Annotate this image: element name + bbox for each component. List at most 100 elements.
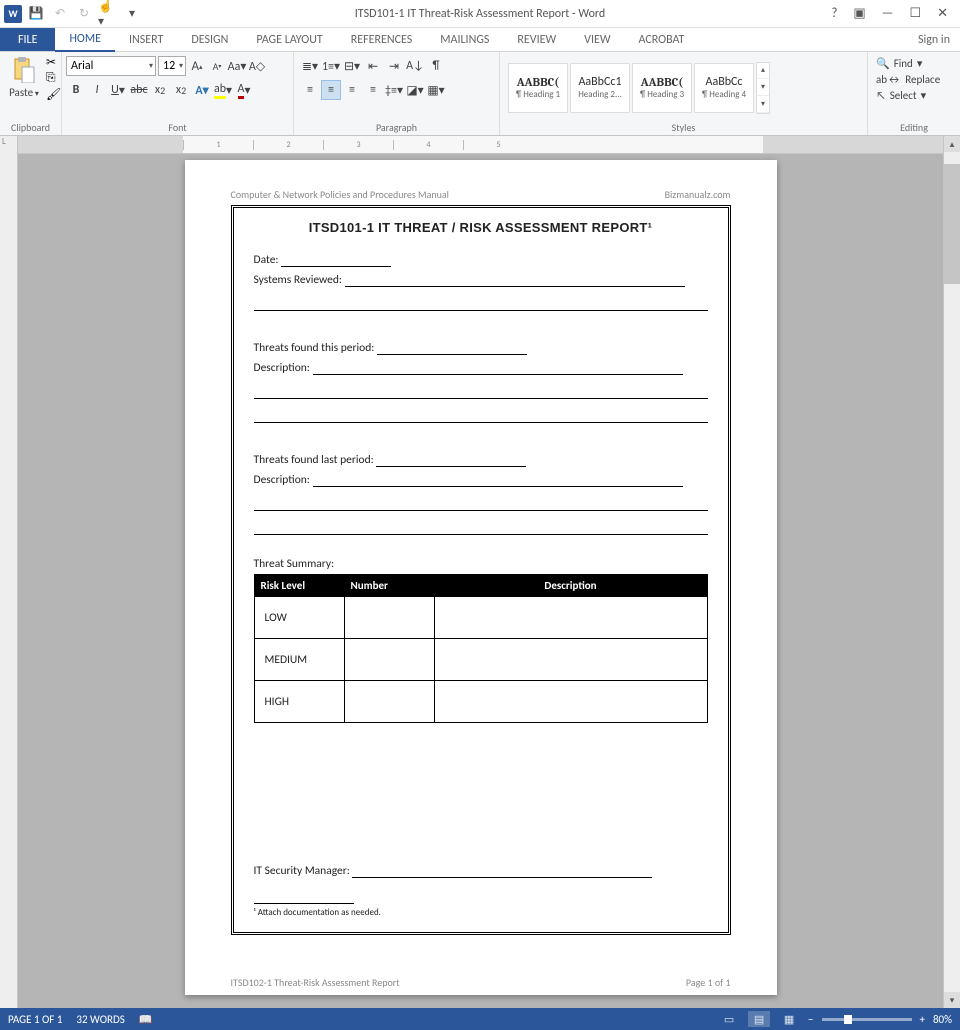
table-row: MEDIUM bbox=[254, 639, 707, 681]
show-marks-icon[interactable]: ¶ bbox=[426, 56, 446, 76]
horizontal-ruler[interactable]: 1 2 3 4 5 bbox=[18, 136, 943, 154]
format-painter-icon[interactable]: 🖌 bbox=[46, 86, 61, 102]
footnote: ¹ Attach documentation as needed. bbox=[254, 903, 381, 918]
grow-font-icon[interactable]: A▴ bbox=[188, 57, 206, 75]
bullets-icon[interactable]: ≣▾ bbox=[300, 56, 320, 76]
line-spacing-icon[interactable]: ‡≡▾ bbox=[384, 80, 404, 100]
editing-group-label: Editing bbox=[872, 119, 956, 135]
print-layout-icon[interactable]: ▤ bbox=[748, 1011, 770, 1027]
field-threats-this-label: Threats found this period: bbox=[254, 341, 375, 355]
cut-icon[interactable]: ✂ bbox=[46, 54, 61, 70]
zoom-in-icon[interactable]: + bbox=[920, 1013, 925, 1026]
shrink-font-icon[interactable]: A▾ bbox=[208, 57, 226, 75]
tab-mailings[interactable]: MAILINGS bbox=[426, 28, 503, 51]
save-icon[interactable]: 💾 bbox=[26, 4, 46, 24]
touch-mode-icon[interactable]: ☝▾ bbox=[98, 4, 118, 24]
ribbon-tabs: FILE HOME INSERT DESIGN PAGE LAYOUT REFE… bbox=[0, 28, 960, 52]
minimize-icon[interactable]: — bbox=[878, 4, 898, 23]
threat-summary-label: Threat Summary: bbox=[254, 557, 708, 571]
italic-button[interactable]: I bbox=[87, 80, 107, 100]
zoom-out-icon[interactable]: − bbox=[808, 1013, 813, 1026]
sort-icon[interactable]: A↓ bbox=[405, 56, 425, 76]
font-size-combo[interactable]: 12▾ bbox=[158, 56, 186, 76]
strikethrough-button[interactable]: abc bbox=[129, 80, 149, 100]
style-heading4[interactable]: AaBbCc¶ Heading 4 bbox=[694, 63, 754, 113]
scroll-thumb[interactable] bbox=[944, 164, 960, 284]
sign-in-link[interactable]: Sign in bbox=[908, 28, 960, 51]
workspace: L 1 2 3 4 5 Computer & Network Policies … bbox=[0, 136, 960, 1008]
find-button[interactable]: 🔍Find ▾ bbox=[872, 56, 926, 71]
tab-insert[interactable]: INSERT bbox=[115, 28, 177, 51]
field-description2-label: Description: bbox=[254, 473, 310, 487]
ribbon: Paste ▾ ✂ ⎘ 🖌 Clipboard Arial▾ 12▾ A▴ A▾… bbox=[0, 52, 960, 136]
document-page[interactable]: Computer & Network Policies and Procedur… bbox=[185, 160, 777, 995]
select-icon: ↖ bbox=[876, 89, 886, 102]
tab-references[interactable]: REFERENCES bbox=[337, 28, 427, 51]
select-button[interactable]: ↖Select ▾ bbox=[872, 88, 930, 103]
font-name-combo[interactable]: Arial▾ bbox=[66, 56, 156, 76]
scroll-up-icon[interactable]: ▴ bbox=[944, 136, 960, 152]
field-manager-label: IT Security Manager: bbox=[254, 864, 350, 878]
paste-label: Paste bbox=[9, 86, 33, 99]
tab-home[interactable]: HOME bbox=[55, 28, 115, 52]
numbering-icon[interactable]: 1≡▾ bbox=[321, 56, 341, 76]
replace-icon: ab↔ bbox=[876, 73, 901, 86]
qat-customize-icon[interactable]: ▾ bbox=[122, 4, 142, 24]
clear-formatting-icon[interactable]: A◇ bbox=[248, 57, 266, 75]
tab-review[interactable]: REVIEW bbox=[503, 28, 570, 51]
font-size-value: 12 bbox=[163, 59, 175, 73]
style-heading1[interactable]: AABBC(¶ Heading 1 bbox=[508, 63, 568, 113]
align-center-icon[interactable]: ≡ bbox=[321, 80, 341, 100]
th-number: Number bbox=[344, 575, 434, 597]
change-case-icon[interactable]: Aa▾ bbox=[228, 57, 246, 75]
replace-button[interactable]: ab↔Replace bbox=[872, 72, 944, 87]
paste-button[interactable]: Paste ▾ bbox=[4, 54, 44, 101]
text-effects-icon[interactable]: A▾ bbox=[192, 80, 212, 100]
status-words[interactable]: 32 WORDS bbox=[76, 1013, 124, 1026]
vertical-ruler[interactable]: L bbox=[0, 136, 18, 1008]
web-layout-icon[interactable]: ▦ bbox=[778, 1011, 800, 1027]
help-icon[interactable]: ? bbox=[827, 4, 841, 23]
increase-indent-icon[interactable]: ⇥ bbox=[384, 56, 404, 76]
threat-summary-table: Risk Level Number Description LOW MEDIUM… bbox=[254, 574, 708, 723]
vertical-scrollbar[interactable]: ▴ ▾ bbox=[943, 136, 960, 1008]
close-icon[interactable]: ✕ bbox=[933, 4, 952, 23]
underline-button[interactable]: U▾ bbox=[108, 80, 128, 100]
zoom-level[interactable]: 80% bbox=[933, 1013, 952, 1026]
status-page[interactable]: PAGE 1 OF 1 bbox=[8, 1013, 62, 1026]
font-color-icon[interactable]: A▾ bbox=[234, 80, 254, 100]
styles-gallery-more[interactable]: ▴▾▾ bbox=[756, 62, 770, 114]
bold-button[interactable]: B bbox=[66, 80, 86, 100]
style-heading3[interactable]: AABBC(¶ Heading 3 bbox=[632, 63, 692, 113]
borders-icon[interactable]: ▦▾ bbox=[426, 80, 446, 100]
status-proofing-icon[interactable]: 📖 bbox=[139, 1013, 153, 1026]
tab-acrobat[interactable]: ACROBAT bbox=[625, 28, 699, 51]
read-mode-icon[interactable]: ▭ bbox=[718, 1011, 740, 1027]
find-icon: 🔍 bbox=[876, 57, 890, 70]
highlight-icon[interactable]: ab▾ bbox=[213, 80, 233, 100]
redo-icon[interactable]: ↻ bbox=[74, 4, 94, 24]
multilevel-list-icon[interactable]: ⊟▾ bbox=[342, 56, 362, 76]
tab-view[interactable]: VIEW bbox=[570, 28, 624, 51]
superscript-button[interactable]: x2 bbox=[171, 80, 191, 100]
shading-icon[interactable]: ◪▾ bbox=[405, 80, 425, 100]
scroll-down-icon[interactable]: ▾ bbox=[944, 992, 960, 1008]
tab-design[interactable]: DESIGN bbox=[177, 28, 242, 51]
justify-icon[interactable]: ≡ bbox=[363, 80, 383, 100]
undo-icon[interactable]: ↶ bbox=[50, 4, 70, 24]
tab-page-layout[interactable]: PAGE LAYOUT bbox=[242, 28, 336, 51]
paragraph-group-label: Paragraph bbox=[298, 119, 495, 135]
align-right-icon[interactable]: ≡ bbox=[342, 80, 362, 100]
decrease-indent-icon[interactable]: ⇤ bbox=[363, 56, 383, 76]
copy-icon[interactable]: ⎘ bbox=[46, 70, 61, 86]
field-systems-label: Systems Reviewed: bbox=[254, 273, 343, 287]
file-tab[interactable]: FILE bbox=[0, 28, 55, 51]
font-group-label: Font bbox=[66, 119, 289, 135]
subscript-button[interactable]: x2 bbox=[150, 80, 170, 100]
ribbon-display-icon[interactable]: ▣ bbox=[849, 4, 869, 23]
align-left-icon[interactable]: ≡ bbox=[300, 80, 320, 100]
style-heading2[interactable]: AaBbCc1Heading 2... bbox=[570, 63, 630, 113]
word-app-icon: W bbox=[4, 5, 22, 23]
zoom-slider[interactable] bbox=[822, 1018, 912, 1021]
maximize-icon[interactable]: ☐ bbox=[905, 4, 925, 23]
